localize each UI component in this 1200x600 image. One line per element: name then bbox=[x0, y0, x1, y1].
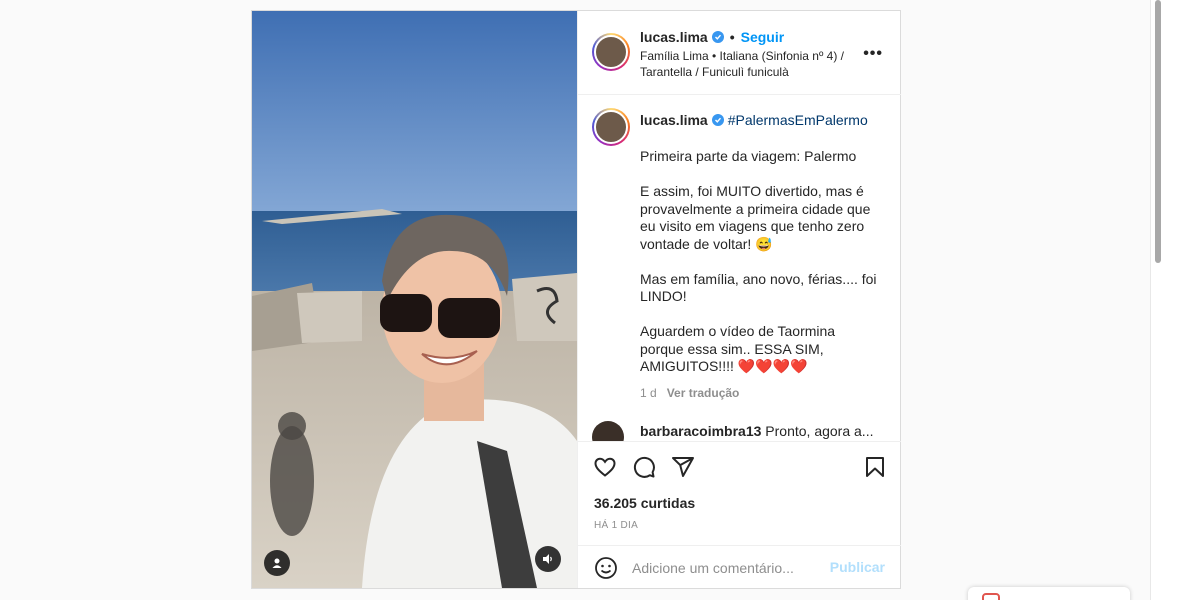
emoji-icon bbox=[595, 557, 617, 579]
commenter-avatar[interactable] bbox=[592, 421, 624, 441]
like-button[interactable] bbox=[592, 454, 618, 480]
message-icon bbox=[982, 593, 1000, 600]
scrollbar-thumb[interactable] bbox=[1155, 0, 1161, 263]
caption-author-avatar[interactable] bbox=[592, 108, 630, 146]
post-side-panel: lucas.lima • Seguir Família Lima • Itali… bbox=[577, 11, 901, 588]
see-translation-button[interactable]: Ver tradução bbox=[667, 386, 740, 400]
publish-button[interactable]: Publicar bbox=[830, 559, 885, 575]
post-timestamp[interactable]: HÁ 1 DIA bbox=[594, 520, 638, 531]
selfie-image bbox=[252, 11, 577, 588]
comment-item: barbaracoimbra13 Pronto, agora a... bbox=[592, 419, 892, 441]
instagram-post: lucas.lima • Seguir Família Lima • Itali… bbox=[251, 10, 901, 589]
hashtag-link[interactable]: #PalermasEmPalermo bbox=[728, 112, 868, 128]
comment-text: Pronto, agora a... bbox=[765, 423, 874, 439]
more-icon: ••• bbox=[863, 45, 883, 62]
audio-track-link[interactable]: Família Lima • Italiana (Sinfonia nº 4) … bbox=[640, 48, 860, 80]
header-user-line: lucas.lima • Seguir bbox=[640, 29, 784, 45]
post-photo[interactable] bbox=[252, 11, 577, 588]
comment-line: barbaracoimbra13 Pronto, agora a... bbox=[640, 423, 873, 439]
sound-icon bbox=[543, 554, 552, 564]
follow-button[interactable]: Seguir bbox=[741, 29, 785, 45]
user-tag-icon bbox=[272, 558, 282, 568]
caption-meta: 1 d Ver tradução bbox=[640, 386, 739, 400]
author-avatar[interactable] bbox=[592, 33, 630, 71]
heart-icon bbox=[594, 457, 616, 477]
sound-toggle-button[interactable] bbox=[535, 546, 561, 572]
post-actions: 36.205 curtidas HÁ 1 DIA bbox=[578, 441, 901, 559]
comments-area[interactable]: lucas.lima #PalermasEmPalermo Primeira p… bbox=[578, 96, 901, 441]
add-comment-bar: Publicar bbox=[578, 545, 901, 588]
more-options-button[interactable]: ••• bbox=[863, 45, 883, 63]
emoji-button[interactable] bbox=[594, 556, 618, 580]
comment-input[interactable] bbox=[632, 557, 832, 579]
share-icon bbox=[672, 457, 694, 477]
messages-chip[interactable] bbox=[968, 587, 1130, 600]
caption-username[interactable]: lucas.lima bbox=[640, 112, 708, 128]
caption-text: Primeira parte da viagem: Palermo E assi… bbox=[640, 148, 877, 374]
caption-user-line: lucas.lima #PalermasEmPalermo bbox=[640, 112, 868, 128]
separator-dot: • bbox=[729, 29, 735, 45]
verified-icon bbox=[711, 114, 724, 126]
comment-icon bbox=[633, 456, 655, 478]
page-scrollbar[interactable] bbox=[1150, 0, 1164, 600]
share-button[interactable] bbox=[670, 454, 696, 480]
caption-age: 1 d bbox=[640, 386, 657, 400]
commenter-username[interactable]: barbaracoimbra13 bbox=[640, 423, 761, 439]
comment-button[interactable] bbox=[631, 454, 657, 480]
likes-count[interactable]: 36.205 curtidas bbox=[594, 495, 695, 511]
right-gutter bbox=[1164, 0, 1200, 600]
tagged-users-button[interactable] bbox=[264, 550, 290, 576]
verified-icon bbox=[711, 31, 724, 43]
bookmark-icon bbox=[866, 457, 884, 477]
save-button[interactable] bbox=[862, 454, 888, 480]
author-username[interactable]: lucas.lima bbox=[640, 29, 708, 45]
post-header: lucas.lima • Seguir Família Lima • Itali… bbox=[578, 11, 901, 95]
